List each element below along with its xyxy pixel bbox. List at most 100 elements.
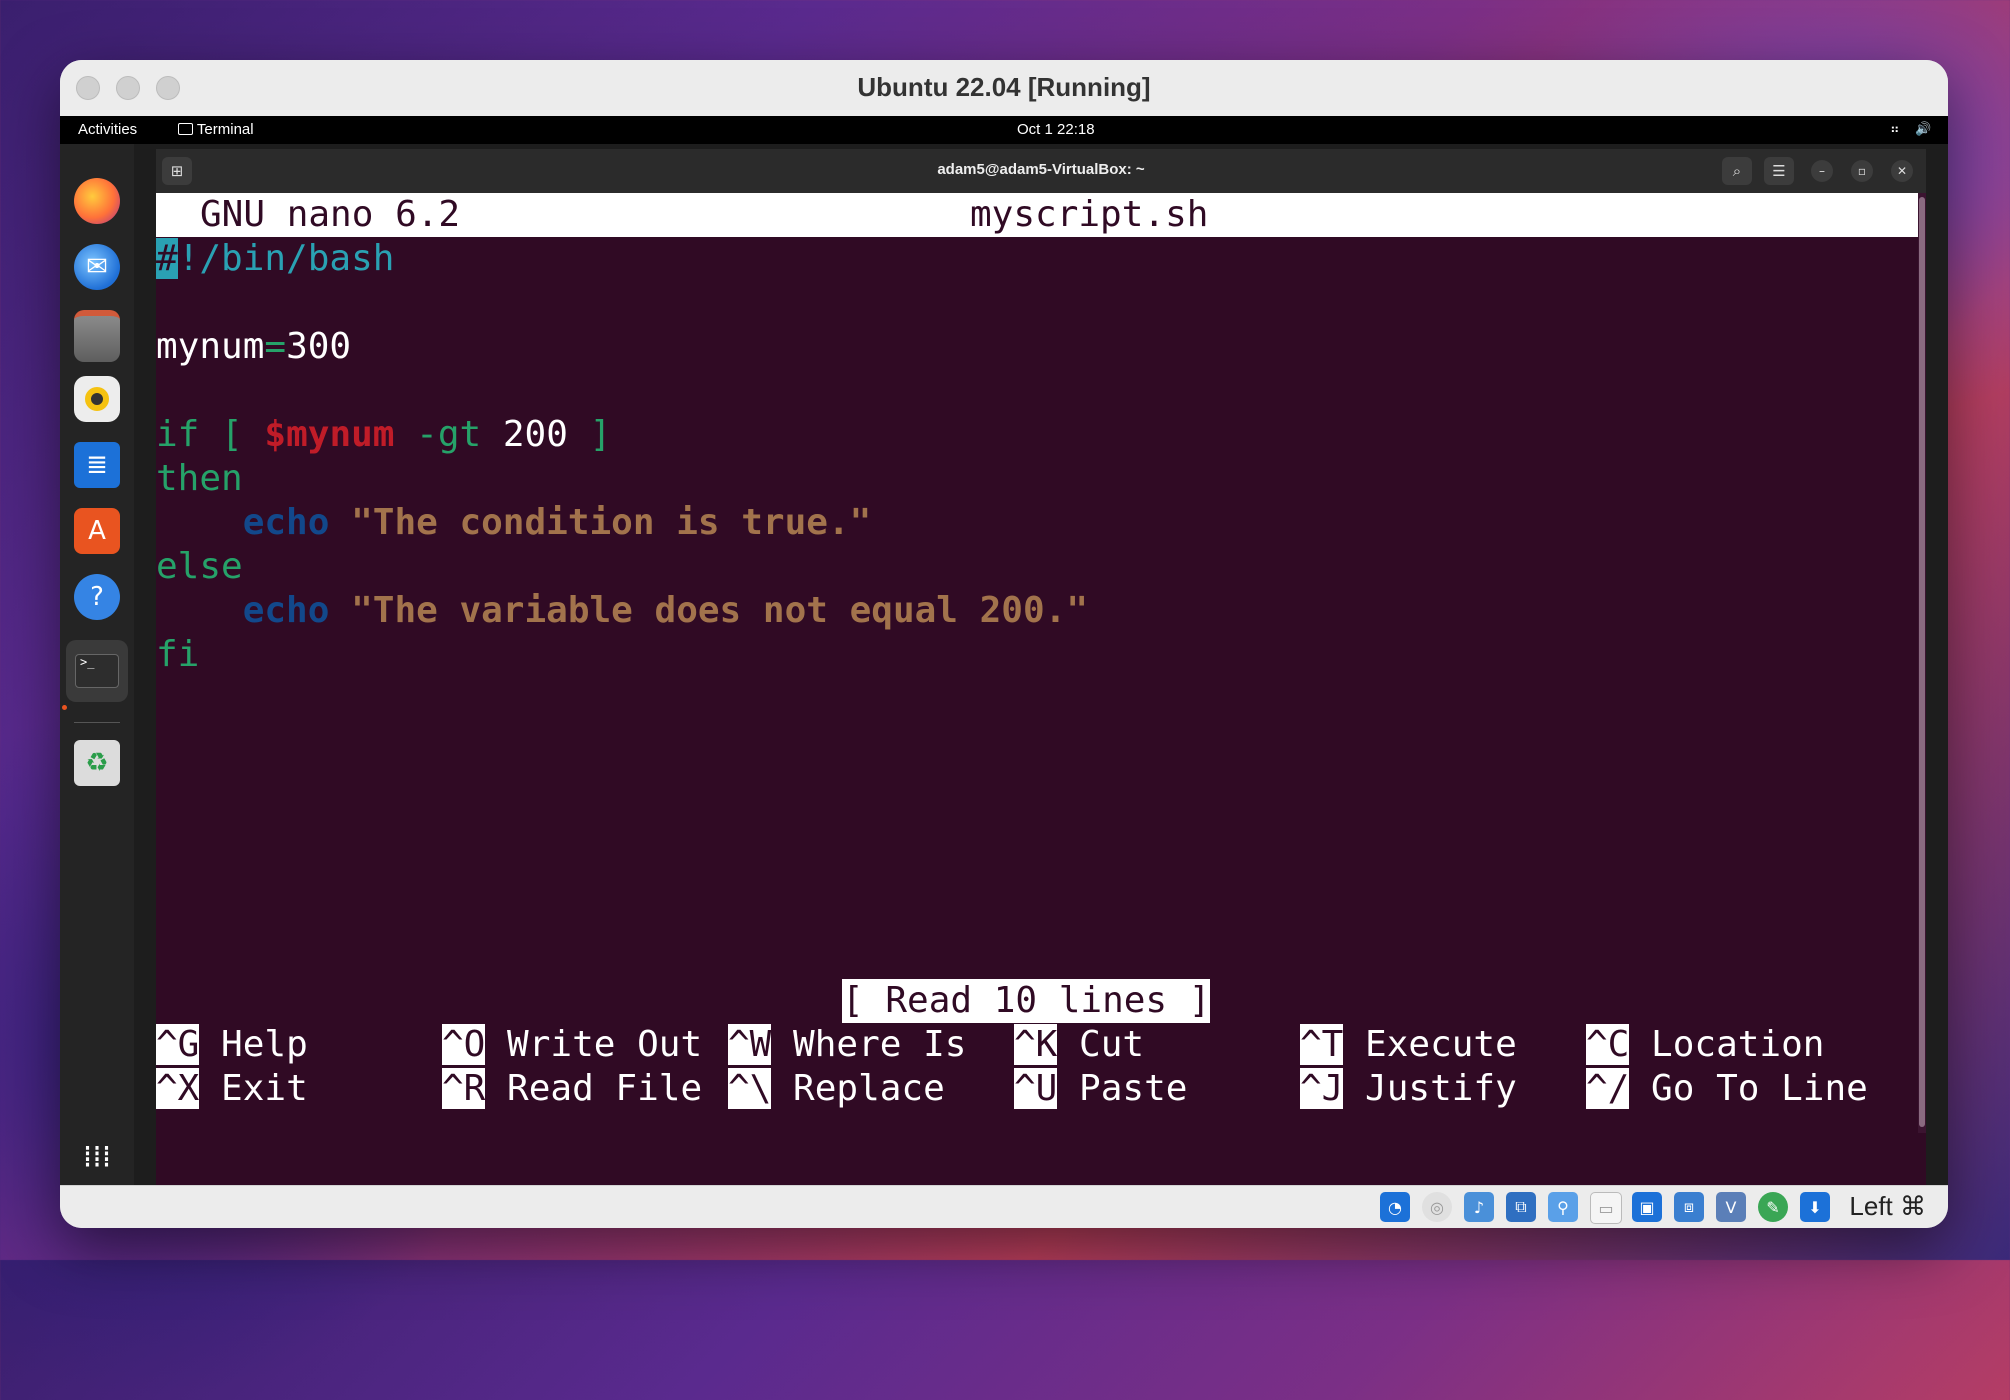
trash-icon[interactable]: ♻	[74, 740, 120, 786]
files-icon[interactable]	[74, 310, 120, 362]
shortcut-help[interactable]: ^G Help	[156, 1023, 308, 1067]
code-line-6: then	[156, 458, 243, 499]
thunderbird-icon[interactable]: ✉	[74, 244, 120, 290]
app-menu-label: Terminal	[196, 121, 254, 138]
var-ref: $mynum	[264, 414, 395, 455]
shortcut-label: Read File	[507, 1068, 703, 1109]
shortcut-label: Location	[1651, 1024, 1825, 1065]
rhythmbox-icon[interactable]	[74, 376, 120, 422]
hard-disk-icon[interactable]: ◔	[1380, 1192, 1410, 1222]
shortcut-write-out[interactable]: ^O Write Out	[442, 1023, 702, 1067]
shortcut-key: ^C	[1586, 1024, 1630, 1065]
terminal-headerbar: ⊞ adam5@adam5-VirtualBox: ~ ⌕ ☰ – ▫ ✕	[156, 149, 1926, 194]
audio-icon[interactable]: ♪	[1464, 1192, 1494, 1222]
terminal-small-icon	[178, 123, 193, 135]
writer-icon[interactable]: ≣	[74, 442, 120, 488]
scrollbar-thumb[interactable]	[1919, 197, 1925, 1127]
code-line-10: fi	[156, 634, 200, 675]
software-icon[interactable]: A	[74, 508, 120, 554]
shortcut-key: ^/	[1586, 1068, 1630, 1109]
shortcut-key: ^X	[156, 1068, 200, 1109]
shortcut-label: Execute	[1365, 1024, 1517, 1065]
shortcut-label: Cut	[1079, 1024, 1145, 1065]
code-line-1: #!/bin/bash	[156, 237, 394, 281]
shortcut-read-file[interactable]: ^R Read File	[442, 1067, 702, 1111]
shortcut-label: Exit	[221, 1068, 308, 1109]
nano-titlebar: GNU nano 6.2 myscript.sh	[156, 193, 1918, 237]
shortcut-label: Paste	[1079, 1068, 1188, 1109]
bracket-open: [	[221, 414, 243, 455]
ubuntu-desktop: Activities Terminal Oct 1 22:18 ⠶ 🔊 ✉ ≣ …	[60, 116, 1948, 1186]
shebang-text: !/bin/bash	[177, 238, 395, 279]
vm-title: Ubuntu 22.04 [Running]	[857, 72, 1151, 102]
shared-folder-icon[interactable]: ▭	[1590, 1192, 1622, 1224]
mouse-integration-icon[interactable]: ⬇	[1800, 1192, 1830, 1222]
shortcut-label: Go To Line	[1651, 1068, 1868, 1109]
volume-icon[interactable]: 🔊	[1915, 121, 1931, 137]
shortcut-paste[interactable]: ^U Paste	[1014, 1067, 1187, 1111]
activities-button[interactable]: Activities	[78, 121, 137, 138]
shortcut-label: Write Out	[507, 1024, 703, 1065]
shortcut-go-to-line[interactable]: ^/ Go To Line	[1586, 1067, 1868, 1111]
compare-value: 200	[502, 414, 568, 455]
display-icon[interactable]: ▣	[1632, 1192, 1662, 1222]
help-icon[interactable]: ?	[74, 574, 120, 620]
text-cursor: #	[156, 238, 178, 279]
dock: ✉ ≣ A ? >_ ♻ ⁞⁞⁞	[60, 144, 134, 1186]
usb-icon[interactable]: ⚲	[1548, 1192, 1578, 1222]
shortcut-cut[interactable]: ^K Cut	[1014, 1023, 1144, 1067]
shortcut-key: ^K	[1014, 1024, 1058, 1065]
app-menu[interactable]: Terminal	[178, 121, 254, 138]
shortcut-key: ^G	[156, 1024, 200, 1065]
shortcut-key: ^\	[728, 1068, 772, 1109]
nano-filename: myscript.sh	[970, 194, 1209, 235]
active-indicator	[62, 705, 67, 710]
shortcut-label: Justify	[1365, 1068, 1517, 1109]
shortcut-exit[interactable]: ^X Exit	[156, 1067, 308, 1111]
shortcut-label: Help	[221, 1024, 308, 1065]
vm-window: Ubuntu 22.04 [Running] Activities Termin…	[60, 60, 1948, 1228]
close-icon[interactable]: ✕	[1891, 160, 1913, 182]
network-icon[interactable]: ⠶	[1890, 121, 1900, 137]
vbox-statusbar: ◔ ◎ ♪ ⧉ ⚲ ▭ ▣ ⧈ V ✎ ⬇ Left ⌘	[60, 1185, 1948, 1228]
assign-op: =	[264, 326, 287, 367]
menu-icon[interactable]: ☰	[1764, 157, 1794, 185]
if-keyword: if	[156, 414, 200, 455]
dock-separator	[74, 722, 120, 723]
ubuntu-topbar: Activities Terminal Oct 1 22:18 ⠶ 🔊	[60, 116, 1948, 144]
code-line-7: echo "The condition is true."	[156, 501, 872, 545]
shortcut-key: ^O	[442, 1024, 486, 1065]
cpu-icon[interactable]: ✎	[1758, 1192, 1788, 1222]
shortcut-location[interactable]: ^C Location	[1586, 1023, 1824, 1067]
nano-editor[interactable]: GNU nano 6.2 myscript.sh #!/bin/bash myn…	[156, 193, 1918, 1186]
recording-icon[interactable]: V	[1716, 1192, 1746, 1222]
var-name: mynum	[156, 326, 265, 367]
shortcut-execute[interactable]: ^T Execute	[1300, 1023, 1517, 1067]
terminal-window: ⊞ adam5@adam5-VirtualBox: ~ ⌕ ☰ – ▫ ✕ GN…	[156, 149, 1926, 1186]
echo-command-2: echo	[242, 590, 330, 631]
shortcut-where-is[interactable]: ^W Where Is	[728, 1023, 966, 1067]
shortcut-key: ^W	[728, 1024, 772, 1065]
search-icon[interactable]: ⌕	[1722, 157, 1752, 185]
firefox-icon[interactable]	[74, 178, 120, 224]
code-line-3: mynum=300	[156, 325, 351, 369]
nano-version: GNU nano 6.2	[200, 194, 461, 235]
var-value: 300	[286, 326, 352, 367]
minimize-icon[interactable]: –	[1811, 160, 1833, 182]
shortcut-replace[interactable]: ^\ Replace	[728, 1067, 945, 1111]
shortcut-justify[interactable]: ^J Justify	[1300, 1067, 1517, 1111]
clock[interactable]: Oct 1 22:18	[1017, 121, 1095, 138]
vm-titlebar: Ubuntu 22.04 [Running]	[60, 60, 1948, 117]
host-key[interactable]: Left ⌘	[1849, 1191, 1926, 1222]
code-line-8: else	[156, 546, 243, 587]
operator: -gt	[416, 414, 482, 455]
echo-string-2: "The variable does not equal 200."	[351, 590, 1089, 631]
terminal-icon[interactable]: >_	[66, 640, 128, 702]
app-grid-icon[interactable]: ⁞⁞⁞	[74, 1134, 120, 1180]
maximize-icon[interactable]: ▫	[1851, 160, 1873, 182]
shortcut-key: ^T	[1300, 1024, 1344, 1065]
network-adapter-icon[interactable]: ⧉	[1506, 1192, 1536, 1222]
optical-drive-icon[interactable]: ◎	[1422, 1192, 1452, 1222]
capture-icon[interactable]: ⧈	[1674, 1192, 1704, 1222]
shortcut-label: Replace	[793, 1068, 945, 1109]
